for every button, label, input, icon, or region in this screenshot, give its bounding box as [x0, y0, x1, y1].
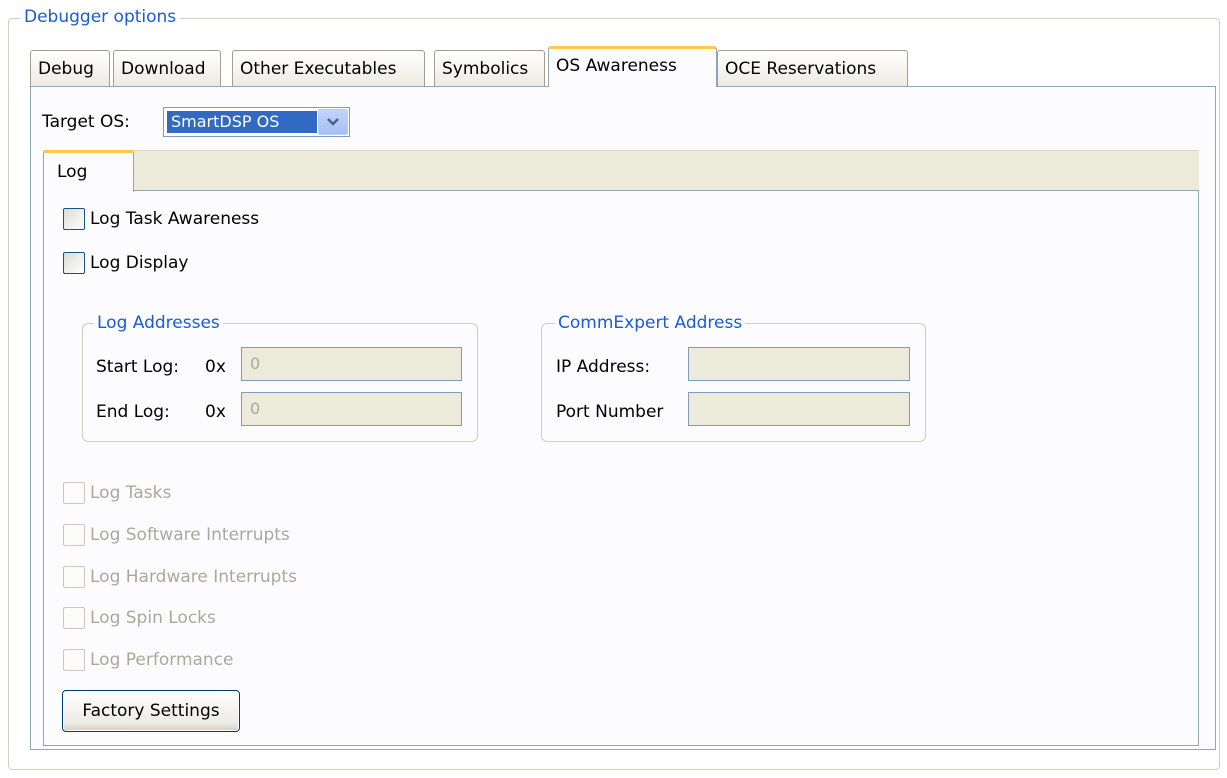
tab-os-awareness[interactable]: OS Awareness — [548, 46, 717, 87]
target-os-label: Target OS: — [42, 112, 130, 132]
log-task-awareness-label: Log Task Awareness — [90, 209, 260, 229]
log-software-interrupts-checkbox[interactable] — [63, 524, 85, 546]
log-performance-checkbox[interactable] — [63, 649, 85, 671]
target-os-select[interactable]: SmartDSP OS — [163, 107, 350, 137]
start-log-input[interactable]: 0 — [241, 347, 462, 381]
log-spin-locks-checkbox[interactable] — [63, 607, 85, 629]
log-display-checkbox[interactable] — [63, 252, 85, 274]
log-hardware-interrupts-label: Log Hardware Interrupts — [90, 567, 297, 587]
log-performance-label: Log Performance — [90, 650, 234, 670]
tab-download[interactable]: Download — [113, 50, 221, 86]
ip-address-input[interactable] — [688, 347, 910, 381]
chevron-down-icon — [327, 118, 339, 126]
inner-tab-bar — [43, 150, 1199, 191]
end-log-prefix: 0x — [205, 402, 226, 422]
tab-debug[interactable]: Debug — [30, 50, 110, 86]
tab-log[interactable]: Log — [43, 150, 134, 192]
start-log-prefix: 0x — [205, 357, 226, 377]
end-log-label: End Log: — [96, 402, 170, 422]
tab-symbolics[interactable]: Symbolics — [434, 50, 545, 86]
dropdown-button[interactable] — [318, 109, 348, 135]
tab-other-executables[interactable]: Other Executables — [232, 50, 425, 86]
end-log-input[interactable]: 0 — [241, 392, 462, 426]
port-number-label: Port Number — [556, 402, 664, 422]
commexpert-legend: CommExpert Address — [555, 312, 746, 334]
log-tasks-checkbox[interactable] — [63, 482, 85, 504]
log-display-label: Log Display — [90, 253, 189, 273]
target-os-value: SmartDSP OS — [167, 111, 317, 133]
factory-settings-button[interactable]: Factory Settings — [62, 690, 240, 732]
log-spin-locks-label: Log Spin Locks — [90, 608, 216, 628]
start-log-label: Start Log: — [96, 357, 180, 377]
log-software-interrupts-label: Log Software Interrupts — [90, 525, 290, 545]
log-task-awareness-checkbox[interactable] — [63, 208, 85, 230]
ip-address-label: IP Address: — [556, 357, 651, 377]
tab-oce-reservations[interactable]: OCE Reservations — [717, 50, 908, 86]
log-tasks-label: Log Tasks — [90, 483, 172, 503]
log-hardware-interrupts-checkbox[interactable] — [63, 566, 85, 588]
log-addresses-legend: Log Addresses — [94, 312, 223, 334]
port-number-input[interactable] — [688, 392, 910, 426]
group-title: Debugger options — [20, 6, 181, 28]
